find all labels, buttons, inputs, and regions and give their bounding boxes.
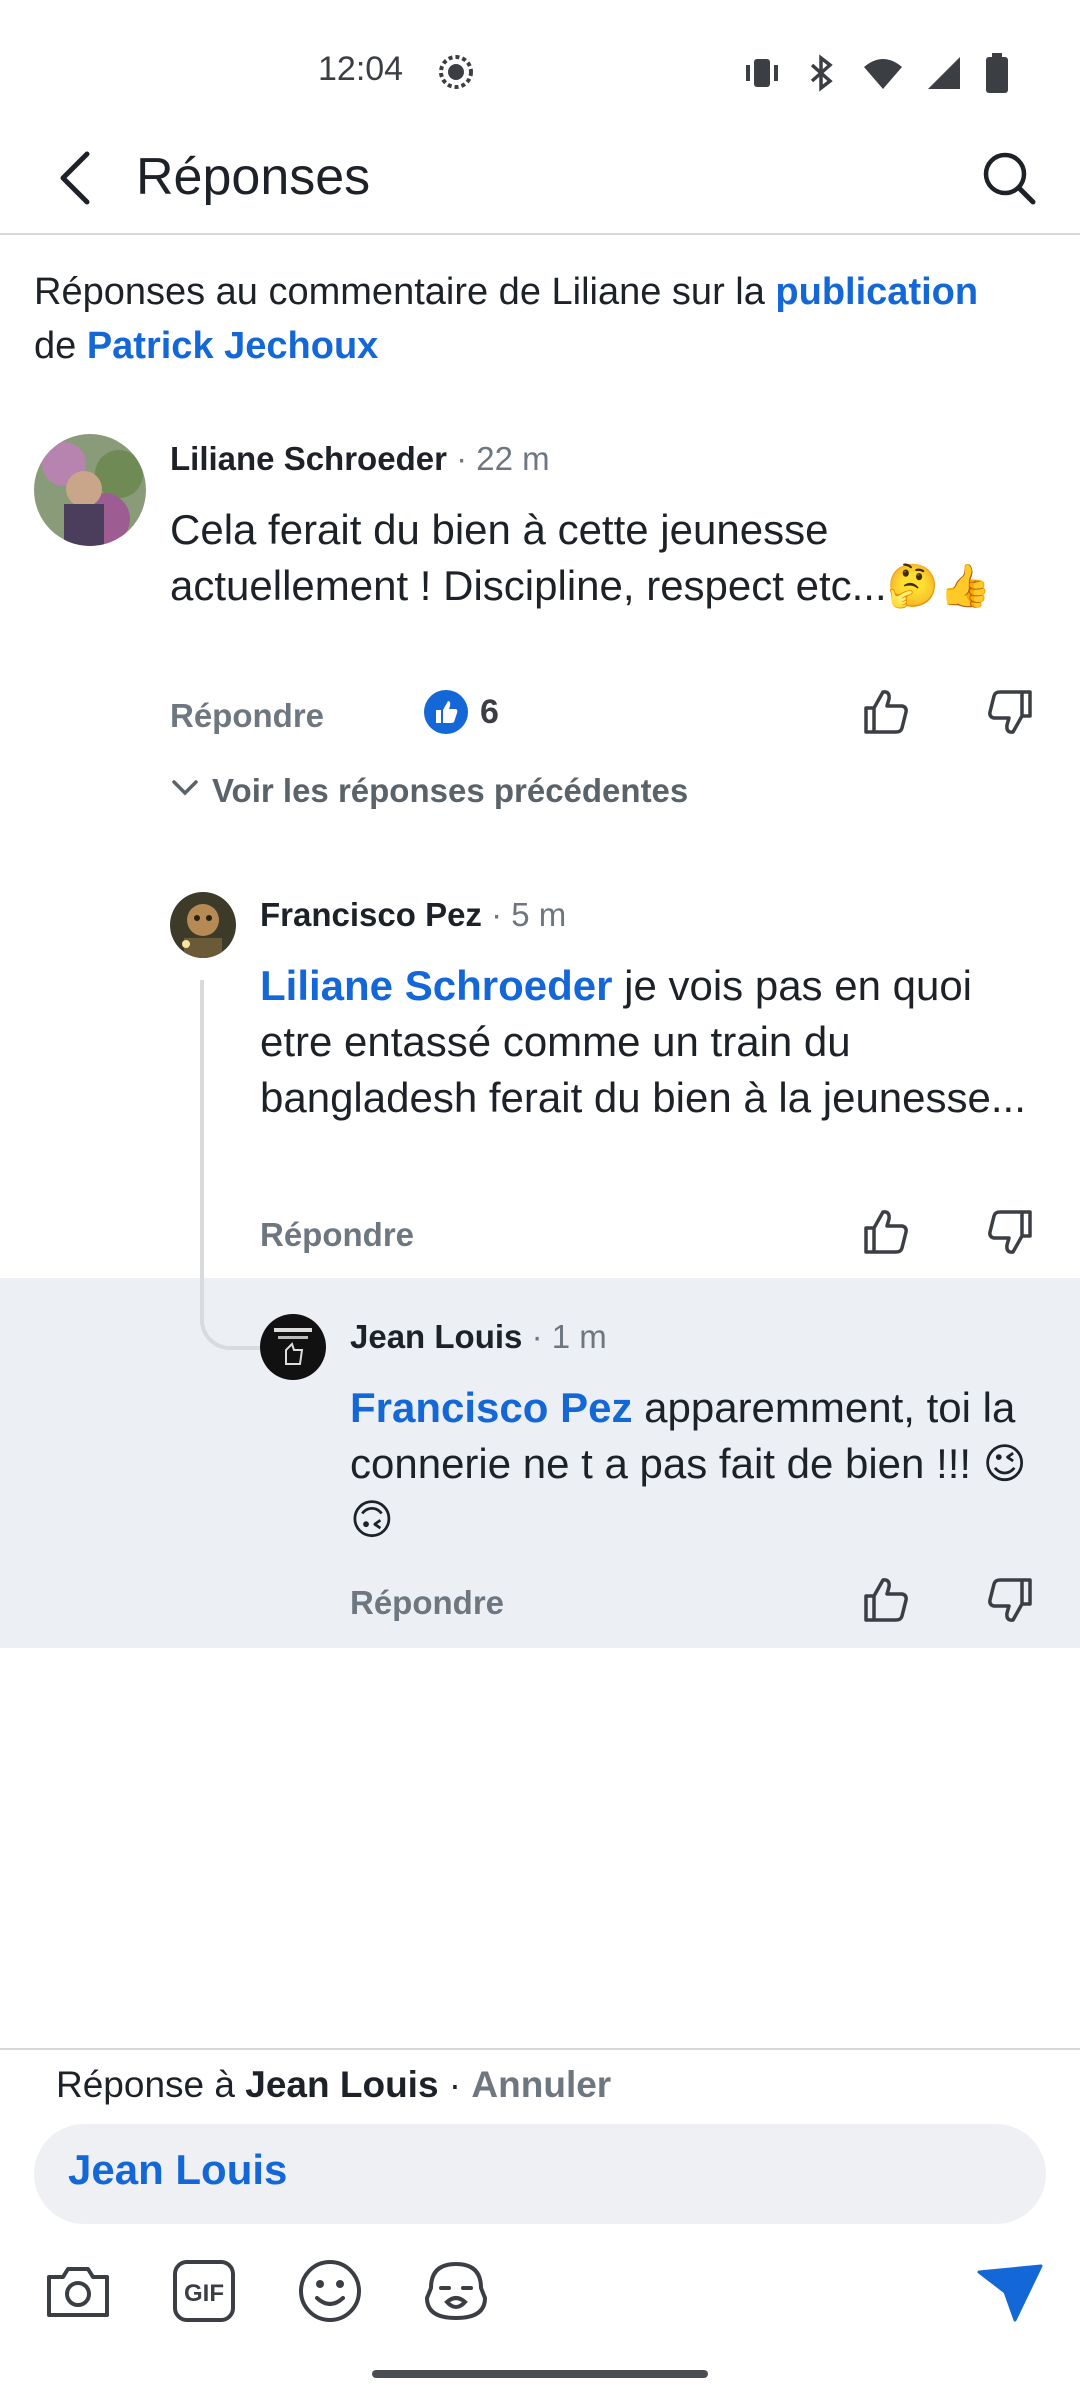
- comment-author[interactable]: Liliane Schroeder: [170, 440, 447, 477]
- thumbs-up-button[interactable]: [856, 1572, 916, 1632]
- app-header: Réponses: [0, 125, 1080, 235]
- reply-button[interactable]: Répondre: [260, 1216, 414, 1254]
- comment-author-line: Jean Louis · 1 m: [350, 1318, 607, 1356]
- camera-button[interactable]: [40, 2255, 116, 2331]
- reply-context: Réponses au commentaire de Liliane sur l…: [34, 265, 1054, 373]
- reply-button[interactable]: Répondre: [350, 1584, 504, 1622]
- signal-icon: [924, 53, 964, 93]
- page-title: Réponses: [136, 148, 371, 206]
- view-previous-replies-button[interactable]: Voir les réponses précédentes: [170, 772, 688, 810]
- thread-connector-line: [200, 980, 264, 1350]
- back-arrow-icon: [55, 150, 95, 211]
- thumbs-down-button[interactable]: [980, 684, 1040, 744]
- comment-author-line: Francisco Pez · 5 m: [260, 896, 566, 934]
- battery-icon: [984, 52, 1010, 94]
- chevron-down-icon: [170, 772, 200, 810]
- context-prefix: Réponses au commentaire de Liliane sur l…: [34, 271, 776, 313]
- reply-to-prefix: Réponse à: [56, 2064, 246, 2105]
- thumbs-up-button[interactable]: [856, 684, 916, 744]
- comment-time: · 22 m: [456, 440, 550, 477]
- status-time: 12:04: [318, 50, 404, 88]
- input-mention: Jean Louis: [68, 2146, 288, 2193]
- post-author-link[interactable]: Patrick Jechoux: [87, 325, 378, 367]
- reply-separator: ·: [438, 2064, 472, 2105]
- emoji-icon: [297, 2258, 363, 2329]
- reply-composer: Réponse à Jean Louis · Annuler Jean Loui…: [0, 2048, 1080, 2400]
- reply-button[interactable]: Répondre: [170, 697, 324, 735]
- reply-input[interactable]: Jean Louis: [34, 2124, 1046, 2224]
- chat-bubble-icon: [436, 52, 476, 92]
- sticker-icon: [421, 2258, 491, 2329]
- thumbs-down-icon: [986, 688, 1034, 741]
- like-reaction-icon: [424, 690, 468, 734]
- context-middle: de: [34, 325, 87, 367]
- bluetooth-icon: [802, 53, 842, 93]
- search-button[interactable]: [974, 145, 1044, 215]
- gif-button[interactable]: GIF: [166, 2255, 242, 2331]
- comment-author-line: Liliane Schroeder · 22 m: [170, 440, 550, 478]
- comment-text: Cela ferait du bien à cette jeunesse act…: [170, 502, 1040, 614]
- comment-author[interactable]: Jean Louis: [350, 1318, 522, 1355]
- cancel-reply-button[interactable]: Annuler: [471, 2064, 611, 2105]
- thumbs-down-icon: [986, 1208, 1034, 1261]
- view-previous-label: Voir les réponses précédentes: [212, 772, 689, 809]
- send-button[interactable]: [970, 2255, 1050, 2335]
- avatar-francisco[interactable]: [170, 892, 236, 958]
- comment-text: Francisco Pez apparemment, toi la conner…: [350, 1380, 1050, 1548]
- comment-time: · 5 m: [491, 896, 567, 933]
- back-button[interactable]: [40, 145, 110, 215]
- status-bar: 12:04: [0, 0, 1080, 140]
- vibrate-icon: [742, 53, 782, 93]
- thumbs-down-icon: [986, 1576, 1034, 1629]
- thumbs-up-icon: [862, 1208, 910, 1261]
- reaction-count: 6: [480, 692, 499, 731]
- sticker-button[interactable]: [418, 2255, 494, 2331]
- mention-link[interactable]: Francisco Pez: [350, 1384, 632, 1431]
- camera-icon: [43, 2261, 113, 2326]
- thumbs-down-button[interactable]: [980, 1572, 1040, 1632]
- svg-text:GIF: GIF: [184, 2280, 224, 2307]
- reaction-summary[interactable]: 6: [424, 690, 499, 734]
- emoji-button[interactable]: [292, 2255, 368, 2331]
- avatar-liliane[interactable]: [34, 434, 146, 546]
- reply-to-line: Réponse à Jean Louis · Annuler: [56, 2064, 611, 2106]
- gif-icon: GIF: [171, 2258, 237, 2329]
- thumbs-up-icon: [862, 688, 910, 741]
- avatar-jean-louis[interactable]: [260, 1314, 326, 1380]
- send-icon: [975, 2262, 1045, 2329]
- comment-body: Cela ferait du bien à cette jeunesse act…: [170, 506, 992, 609]
- comment-text: Liliane Schroeder je vois pas en quoi et…: [260, 958, 1050, 1126]
- reply-target: Jean Louis: [245, 2064, 439, 2105]
- comment-author[interactable]: Francisco Pez: [260, 896, 482, 933]
- comment-time: · 1 m: [531, 1318, 607, 1355]
- thumbs-down-button[interactable]: [980, 1204, 1040, 1264]
- thumbs-up-icon: [862, 1576, 910, 1629]
- wifi-icon: [862, 53, 904, 93]
- status-icons: [742, 52, 1010, 94]
- mention-link[interactable]: Liliane Schroeder: [260, 962, 612, 1009]
- publication-link[interactable]: publication: [775, 271, 978, 313]
- composer-toolbar: GIF: [40, 2255, 494, 2331]
- thumbs-up-button[interactable]: [856, 1204, 916, 1264]
- home-indicator[interactable]: [372, 2370, 708, 2378]
- search-icon: [981, 150, 1037, 211]
